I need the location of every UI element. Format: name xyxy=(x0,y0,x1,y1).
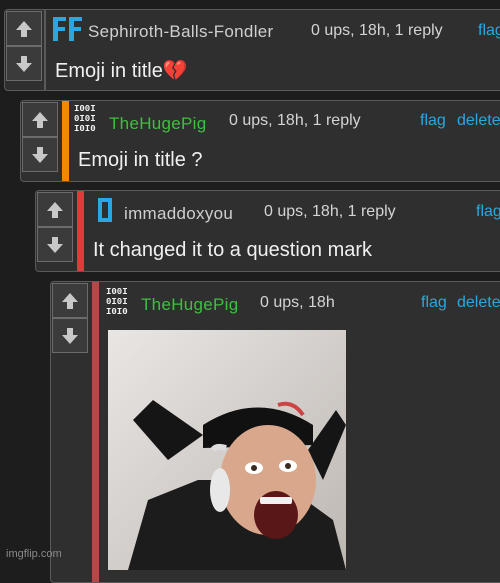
comment-meta: 0 ups, 18h, 1 reply xyxy=(264,203,396,220)
thread-stripe xyxy=(92,282,99,582)
avatar[interactable] xyxy=(96,197,114,223)
thread-stripe xyxy=(77,191,84,271)
upvote-button[interactable] xyxy=(22,102,58,137)
comment-2: I00I 0I0I I0I0 TheHugePig 0 ups, 18h, 1 … xyxy=(20,100,500,182)
thread-stripe xyxy=(62,101,69,181)
vote-controls xyxy=(6,11,43,81)
svg-text:I0I0: I0I0 xyxy=(106,307,128,316)
svg-text:I00I: I00I xyxy=(74,104,96,114)
downvote-button[interactable] xyxy=(6,46,42,81)
downvote-button[interactable] xyxy=(22,137,58,172)
avatar[interactable]: I00I 0I0I I0I0 xyxy=(74,103,104,134)
comment-body: Emoji in title💔 xyxy=(55,58,188,83)
upvote-button[interactable] xyxy=(37,192,73,227)
svg-text:0I0I: 0I0I xyxy=(106,297,128,307)
username[interactable]: TheHugePig xyxy=(109,114,207,134)
vote-controls xyxy=(52,283,89,353)
comment-4: I00I 0I0I I0I0 TheHugePig 0 ups, 18h fla… xyxy=(50,281,500,583)
binary-avatar-icon: I00I 0I0I I0I0 xyxy=(74,104,96,134)
reaction-image[interactable] xyxy=(108,330,346,570)
comment-text: Emoji in title xyxy=(55,60,163,82)
comment-3: immaddoxyou 0 ups, 18h, 1 reply flag It … xyxy=(35,190,500,272)
arrow-down-icon xyxy=(47,236,63,253)
vote-controls xyxy=(22,102,59,172)
arrow-down-icon xyxy=(32,146,48,163)
comment-meta: 0 ups, 18h, 1 reply xyxy=(311,22,443,39)
upvote-button[interactable] xyxy=(6,11,42,46)
ff-avatar-icon xyxy=(53,17,82,41)
binary-avatar-icon: I00I 0I0I I0I0 xyxy=(106,287,128,317)
arrow-up-icon xyxy=(16,20,32,37)
delete-link[interactable]: delete xyxy=(457,112,500,130)
comment-meta: 0 ups, 18h xyxy=(260,294,335,311)
svg-text:I00I: I00I xyxy=(106,287,128,297)
arrow-up-icon xyxy=(47,201,63,218)
flag-link[interactable]: flag xyxy=(476,203,500,221)
vote-controls xyxy=(37,192,74,262)
upvote-button[interactable] xyxy=(52,283,88,318)
i-avatar-icon xyxy=(98,198,112,222)
comment-body: Emoji in title ? xyxy=(78,149,203,171)
downvote-button[interactable] xyxy=(37,227,73,262)
arrow-up-icon xyxy=(32,111,48,128)
flag-link[interactable]: flag xyxy=(421,294,447,312)
username[interactable]: Sephiroth-Balls-Fondler xyxy=(88,22,273,42)
thread-stripe xyxy=(44,10,46,90)
comment-body: It changed it to a question mark xyxy=(93,239,373,261)
arrow-down-icon xyxy=(16,55,32,72)
svg-text:I0I0: I0I0 xyxy=(74,124,96,133)
downvote-button[interactable] xyxy=(52,318,88,353)
comment-meta: 0 ups, 18h, 1 reply xyxy=(229,112,361,129)
svg-text:0I0I: 0I0I xyxy=(74,114,96,124)
avatar[interactable]: I00I 0I0I I0I0 xyxy=(106,286,136,317)
username[interactable]: immaddoxyou xyxy=(124,204,233,224)
broken-heart-emoji: 💔 xyxy=(162,60,188,82)
flag-link[interactable]: flag xyxy=(478,22,500,40)
username[interactable]: TheHugePig xyxy=(141,295,239,315)
flag-link[interactable]: flag xyxy=(420,112,446,130)
arrow-down-icon xyxy=(62,327,78,344)
avatar[interactable] xyxy=(51,15,85,43)
watermark: imgflip.com xyxy=(6,548,62,560)
delete-link[interactable]: delete xyxy=(457,294,500,312)
arrow-up-icon xyxy=(62,292,78,309)
shocked-man-image xyxy=(108,330,346,570)
comment-1: Sephiroth-Balls-Fondler 0 ups, 18h, 1 re… xyxy=(4,9,500,91)
